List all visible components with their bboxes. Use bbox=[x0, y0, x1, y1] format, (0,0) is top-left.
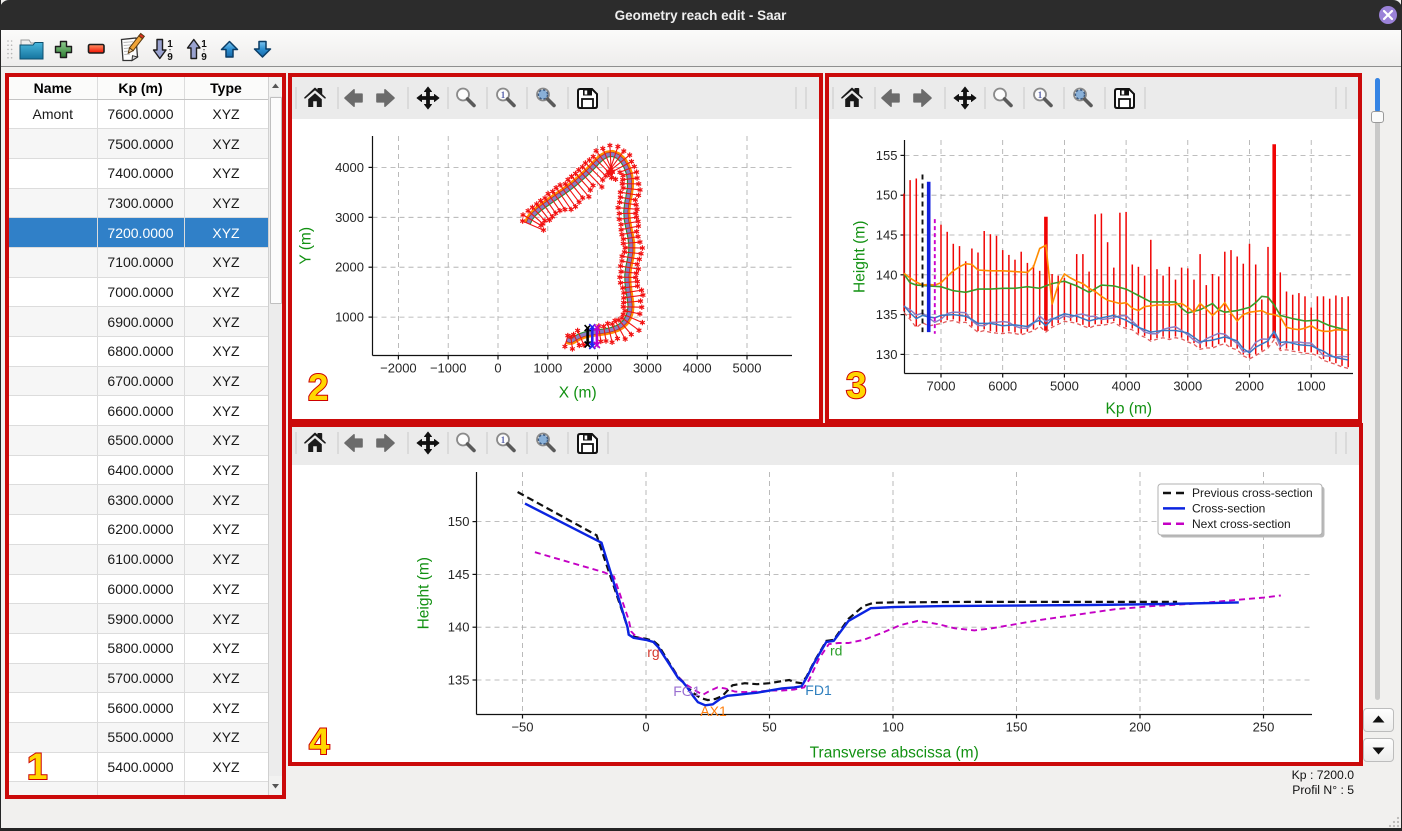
svg-text:4000: 4000 bbox=[683, 361, 712, 376]
svg-text:rd: rd bbox=[830, 643, 842, 659]
svg-text:150: 150 bbox=[875, 188, 897, 203]
svg-text:Height (m): Height (m) bbox=[416, 557, 433, 629]
svg-text:FG1: FG1 bbox=[673, 683, 700, 699]
svg-text:145: 145 bbox=[448, 567, 470, 582]
svg-text:1: 1 bbox=[27, 746, 48, 787]
svg-text:9: 9 bbox=[167, 52, 173, 63]
svg-text:1: 1 bbox=[167, 39, 173, 50]
svg-text:1: 1 bbox=[201, 39, 207, 50]
svg-text:3000: 3000 bbox=[335, 210, 364, 225]
svg-text:250: 250 bbox=[1253, 720, 1275, 735]
svg-text:9: 9 bbox=[201, 52, 207, 63]
svg-text:0: 0 bbox=[642, 720, 649, 735]
svg-text:1000: 1000 bbox=[1296, 379, 1325, 394]
svg-text:Kp (m): Kp (m) bbox=[1105, 401, 1152, 418]
svg-text:140: 140 bbox=[875, 267, 897, 282]
svg-text:2000: 2000 bbox=[1235, 379, 1264, 394]
svg-text:Cross-section: Cross-section bbox=[1192, 501, 1265, 515]
svg-text:−50: −50 bbox=[511, 720, 533, 735]
svg-text:6000: 6000 bbox=[988, 379, 1017, 394]
svg-text:AX1: AX1 bbox=[700, 703, 727, 719]
svg-text:Next cross-section: Next cross-section bbox=[1192, 517, 1291, 531]
svg-text:135: 135 bbox=[448, 673, 470, 688]
svg-text:5000: 5000 bbox=[733, 361, 762, 376]
svg-text:0: 0 bbox=[494, 361, 501, 376]
svg-text:200: 200 bbox=[1129, 720, 1151, 735]
svg-text:1000: 1000 bbox=[533, 361, 562, 376]
svg-text:Previous cross-section: Previous cross-section bbox=[1192, 486, 1313, 500]
svg-text:2000: 2000 bbox=[583, 361, 612, 376]
svg-text:4000: 4000 bbox=[1111, 379, 1140, 394]
svg-text:145: 145 bbox=[875, 228, 897, 243]
svg-text:2: 2 bbox=[308, 367, 329, 408]
svg-text:100: 100 bbox=[882, 720, 904, 735]
svg-text:135: 135 bbox=[875, 307, 897, 322]
svg-text:X (m): X (m) bbox=[559, 385, 597, 402]
svg-text:−1000: −1000 bbox=[430, 361, 467, 376]
svg-text:155: 155 bbox=[875, 148, 897, 163]
svg-text:−2000: −2000 bbox=[380, 361, 417, 376]
svg-text:Transverse abscissa (m): Transverse abscissa (m) bbox=[810, 745, 979, 762]
svg-text:140: 140 bbox=[448, 620, 470, 635]
svg-text:3000: 3000 bbox=[633, 361, 662, 376]
svg-text:50: 50 bbox=[762, 720, 776, 735]
svg-text:1000: 1000 bbox=[335, 310, 364, 325]
svg-text:3000: 3000 bbox=[1173, 379, 1202, 394]
svg-text:Y (m): Y (m) bbox=[298, 227, 315, 265]
svg-text:3: 3 bbox=[846, 365, 867, 406]
svg-text:150: 150 bbox=[1006, 720, 1028, 735]
svg-text:150: 150 bbox=[448, 514, 470, 529]
svg-text:rg: rg bbox=[647, 644, 659, 660]
svg-text:5000: 5000 bbox=[1049, 379, 1078, 394]
svg-text:4000: 4000 bbox=[335, 160, 364, 175]
svg-text:2000: 2000 bbox=[335, 260, 364, 275]
svg-text:7000: 7000 bbox=[926, 379, 955, 394]
svg-text:4: 4 bbox=[309, 721, 330, 762]
svg-text:Height (m): Height (m) bbox=[851, 221, 868, 293]
svg-text:FD1: FD1 bbox=[805, 682, 832, 698]
